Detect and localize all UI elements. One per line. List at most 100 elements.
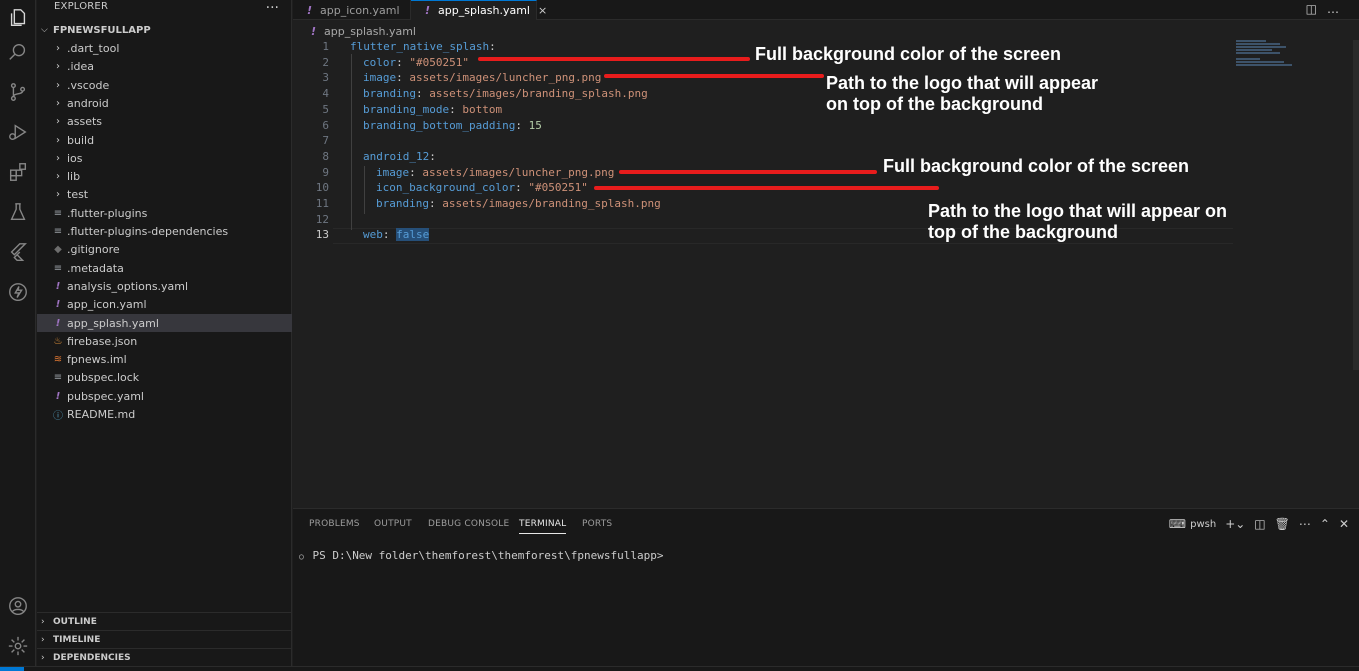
tree-item-label: lib [67,169,81,183]
git-icon: ◆ [54,243,62,255]
code-line: branding_mode: bottom [363,102,502,118]
tree-item[interactable]: ! pubspec.yaml [37,387,292,405]
tab-app-icon-yaml[interactable]: ! app_icon.yaml [293,0,411,20]
yaml-separator: : [396,71,410,84]
tree-item-label: .vscode [67,78,110,92]
tree-item-label: README.md [67,407,136,421]
terminal-prompt[interactable]: ○ PS D:\New folder\themforest\themforest… [299,549,663,562]
testing-icon[interactable] [0,194,36,230]
chevron-right-icon: › [41,652,45,663]
code-line: branding: assets/images/branding_splash.… [376,196,661,212]
tree-item[interactable]: ≡ .flutter-plugins [37,204,292,222]
tree-item[interactable]: ◆ .gitignore [37,240,292,258]
tab-ports[interactable]: PORTS [582,519,612,529]
outline-label: OUTLINE [53,616,97,627]
tree-item[interactable]: ! app_splash.yaml [37,314,292,332]
dependencies-label: DEPENDENCIES [53,652,131,663]
tree-item[interactable]: ! app_icon.yaml [37,295,292,313]
tab-app-splash-yaml[interactable]: ! app_splash.yaml × [411,0,547,20]
line-number: 9 [322,166,329,179]
account-icon[interactable] [0,588,36,624]
vertical-scrollbar[interactable] [1353,40,1359,370]
yaml-value: false [396,228,430,241]
line-number: 12 [315,213,329,226]
chevron-right-icon: › [56,134,60,146]
prompt-text: PS D:\New folder\themforest\themforest\f… [312,549,664,562]
source-control-icon[interactable] [0,74,36,110]
close-panel-icon[interactable]: ✕ [1339,517,1349,531]
activity-bar [0,0,36,671]
tree-item[interactable]: › assets [37,112,292,130]
shell-name[interactable]: pwsh [1190,519,1216,530]
code-line: flutter_native_splash: [350,39,496,55]
annotation-line [478,57,750,61]
settings-gear-icon[interactable] [0,628,36,664]
tree-item[interactable]: ≡ .flutter-plugins-dependencies [37,222,292,240]
yaml-value: 15 [528,119,542,132]
lightning-icon[interactable] [0,274,36,310]
chevron-right-icon: › [56,188,60,200]
tree-item[interactable]: ≡ .metadata [37,259,292,277]
tree-item[interactable]: ♨ firebase.json [37,332,292,350]
yaml-file-icon: ! [425,4,431,17]
line-number: 1 [322,40,329,53]
tree-item[interactable]: › .dart_tool [37,39,292,57]
tab-output[interactable]: OUTPUT [374,519,412,529]
breadcrumb-file: app_splash.yaml [324,24,416,38]
yaml-key: image [363,71,397,84]
search-icon[interactable] [0,34,36,70]
yaml-key: flutter_native_splash [350,40,490,53]
project-name: FPNEWSFULLAPP [53,24,151,36]
chevron-right-icon: › [56,115,60,127]
tree-item[interactable]: › android [37,94,292,112]
chevron-right-icon: › [56,60,60,72]
tree-item-label: .dart_tool [67,41,120,55]
extensions-icon[interactable] [0,154,36,190]
annotation-line [594,186,939,190]
project-folder-header[interactable]: ⌵ FPNEWSFULLAPP [37,21,292,39]
annotation-text: Full background color of the screen [755,44,1062,64]
tab-problems[interactable]: PROBLEMS [309,519,360,529]
more-actions-icon[interactable]: ··· [266,0,279,16]
tree-item-label: android [67,96,109,110]
tree-item[interactable]: › test [37,185,292,203]
minimap[interactable] [1236,40,1296,70]
bottom-panel: PROBLEMS OUTPUT DEBUG CONSOLE TERMINAL P… [293,508,1359,671]
tree-item[interactable]: ⓘ README.md [37,405,292,423]
info-icon: ⓘ [53,410,63,422]
tree-item-label: test [67,187,89,201]
yaml-file-icon: ! [55,298,61,310]
tree-item[interactable]: ≡ pubspec.lock [37,368,292,386]
yaml-key: icon_background_color [376,181,516,194]
yaml-value: assets/images/branding_splash.png [429,87,648,100]
tree-item[interactable]: › .vscode [37,76,292,94]
tab-debug-console[interactable]: DEBUG CONSOLE [428,519,509,529]
maximize-panel-icon[interactable]: ⌃ [1320,517,1330,531]
tree-item[interactable]: › lib [37,167,292,185]
yaml-key: branding [363,87,416,100]
tree-item[interactable]: › ios [37,149,292,167]
trash-icon[interactable]: 🗑 [1275,517,1290,531]
tab-label: app_splash.yaml [438,4,530,17]
flutter-icon[interactable] [0,234,36,270]
timeline-section[interactable]: › TIMELINE [37,630,292,648]
new-terminal-icon[interactable]: +⌄ [1225,517,1245,531]
remote-indicator[interactable] [0,667,24,671]
split-editor-icon[interactable]: ◫… [1306,2,1349,16]
tree-item[interactable]: › .idea [37,57,292,75]
chevron-right-icon: › [56,152,60,164]
tree-item[interactable]: ! analysis_options.yaml [37,277,292,295]
run-debug-icon[interactable] [0,114,36,150]
code-line: image: assets/images/luncher_png.png [376,165,614,181]
more-actions-icon[interactable]: ⋯ [1299,517,1311,531]
outline-section[interactable]: › OUTLINE [37,612,292,630]
dependencies-section[interactable]: › DEPENDENCIES [37,648,292,666]
rss-icon: ≋ [53,353,63,365]
yaml-separator: : [489,40,496,53]
explorer-icon[interactable] [0,0,36,36]
split-terminal-icon[interactable]: ◫ [1254,517,1265,531]
close-tab-icon[interactable]: × [538,4,547,17]
tab-terminal[interactable]: TERMINAL [519,519,567,534]
tree-item[interactable]: ≋ fpnews.iml [37,350,292,368]
tree-item[interactable]: › build [37,131,292,149]
